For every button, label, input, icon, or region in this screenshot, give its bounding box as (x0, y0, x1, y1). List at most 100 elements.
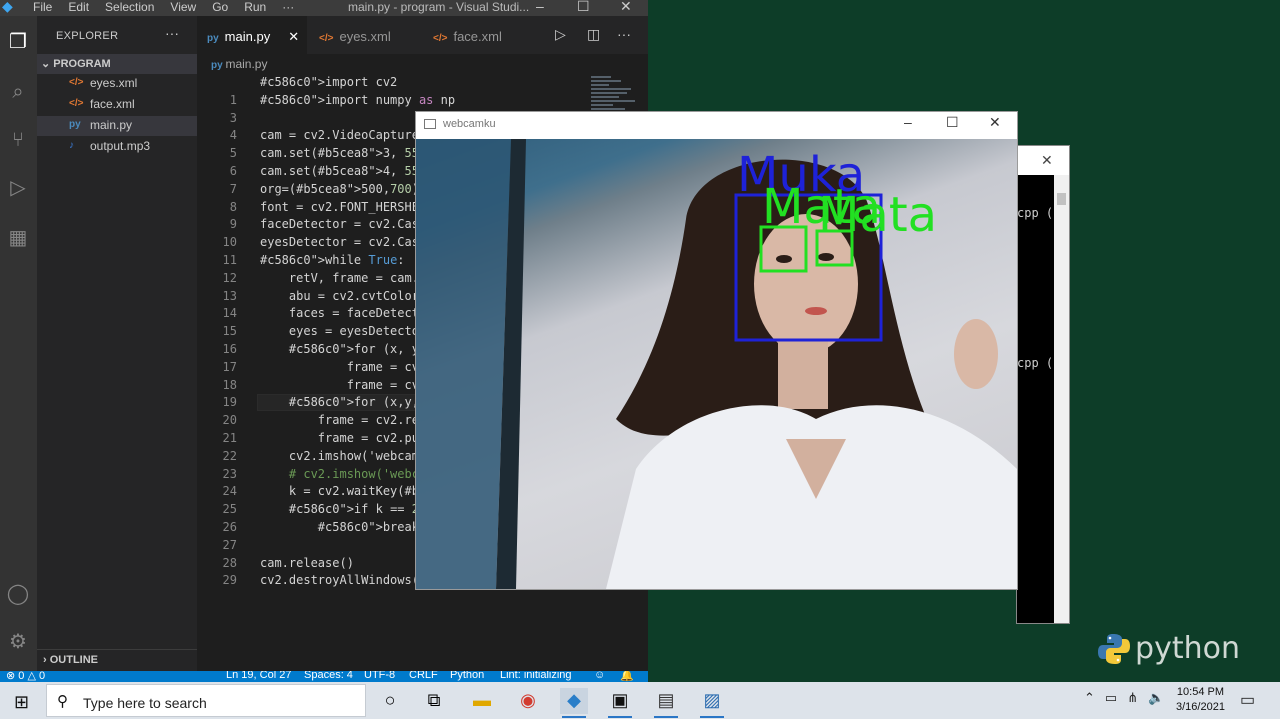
code-line[interactable]: #c586c0">break (260, 520, 419, 534)
tab-face-xml[interactable]: </> face.xml (419, 16, 531, 54)
menu-item[interactable]: Edit (68, 0, 89, 14)
python-snake-icon (1098, 633, 1131, 664)
encoding[interactable]: UTF-8 (364, 671, 395, 681)
code-line[interactable]: cam = cv2.VideoCapture (260, 128, 419, 142)
run-debug-icon[interactable]: ▷ (4, 174, 32, 202)
network-icon[interactable]: ⋔ (1127, 690, 1138, 706)
vscode-taskbar-icon[interactable]: ◆ (560, 688, 588, 718)
code-line[interactable]: cam.release() (260, 556, 354, 570)
settings-gear-icon[interactable]: ⚙ (4, 628, 32, 656)
code-line[interactable]: # cv2.imshow('webc (260, 467, 419, 481)
line-number: 18 (222, 377, 237, 392)
source-control-icon[interactable]: ⑂ (4, 126, 32, 154)
battery-icon[interactable]: ▭ (1105, 690, 1117, 706)
webcam-window[interactable]: webcamku – ☐ ✕ Muka Mata Mata (415, 111, 1018, 590)
code-line[interactable]: eyes = eyesDetecto (260, 324, 419, 338)
menu-item[interactable]: Run (244, 0, 266, 14)
code-line[interactable]: frame = cv (260, 360, 419, 374)
menu-item[interactable]: View (170, 0, 196, 14)
menu-item[interactable]: ··· (282, 0, 294, 14)
console-scrollbar[interactable] (1054, 175, 1069, 623)
feedback-icon[interactable]: ☺ (594, 671, 605, 681)
run-file-icon[interactable]: ▷ (555, 26, 566, 43)
cortana-icon[interactable]: ○ (376, 688, 404, 714)
menu-item[interactable]: Selection (105, 0, 154, 14)
outline-section[interactable]: › OUTLINE (37, 649, 197, 671)
search-icon: ⚲ (57, 693, 68, 710)
code-line[interactable]: faces = faceDetect (260, 306, 419, 320)
code-line[interactable]: abu = cv2.cvtColor (260, 289, 419, 303)
file-face-xml[interactable]: </> face.xml (37, 95, 197, 115)
editor-more-icon[interactable]: ··· (617, 26, 631, 42)
problems-indicator[interactable]: ⊗ 0 △ 0 (6, 671, 45, 682)
folder-program[interactable]: ⌄ PROGRAM (37, 54, 197, 74)
photos-taskbar-icon[interactable]: ▨ (698, 688, 726, 718)
account-icon[interactable]: ◯ (4, 580, 32, 608)
taskbar-search-box[interactable]: ⚲ Type here to search (46, 684, 366, 717)
python-logo: python (1097, 631, 1240, 666)
volume-icon[interactable]: 🔈 (1148, 690, 1164, 706)
indentation[interactable]: Spaces: 4 (304, 671, 353, 681)
line-number: 17 (222, 359, 237, 374)
line-number: 15 (222, 324, 237, 339)
line-ending[interactable]: CRLF (409, 671, 438, 681)
menu-bar: File Edit Selection View Go Run ··· (33, 0, 294, 14)
folder-label: PROGRAM (53, 58, 111, 70)
menu-item[interactable]: Go (212, 0, 228, 14)
explorer-icon[interactable]: ❐ (4, 28, 32, 56)
clock-time: 10:54 PM (1176, 686, 1225, 698)
taskbar-clock[interactable]: 10:54 PM 3/16/2021 (1176, 685, 1225, 715)
file-explorer-icon[interactable]: ▬ (468, 688, 496, 714)
code-line[interactable]: org=(#b5cea8">500,700) (260, 182, 419, 196)
code-line[interactable]: eyesDetector = cv2.Cas (260, 235, 419, 249)
windows-start-icon[interactable]: ⊞ (14, 692, 29, 713)
file-output-mp3[interactable]: ♪ output.mp3 (37, 137, 197, 157)
code-line[interactable]: frame = cv2.re (260, 413, 419, 427)
split-editor-icon[interactable]: ◫ (587, 26, 600, 43)
cursor-position[interactable]: Ln 19, Col 27 (226, 671, 291, 681)
tab-eyes-xml[interactable]: </> eyes.xml (307, 16, 419, 54)
maximize-icon[interactable]: ☐ (577, 0, 590, 15)
notifications-icon[interactable]: 🔔 (620, 671, 634, 682)
chevron-up-icon[interactable]: ⌃ (1084, 690, 1095, 706)
code-line[interactable]: #c586c0">while True: (260, 253, 405, 267)
code-line[interactable]: frame = cv (260, 378, 419, 392)
tab-main-py[interactable]: py main.py ✕ (197, 16, 307, 54)
minimize-icon[interactable]: – (904, 114, 912, 130)
close-icon[interactable]: ✕ (989, 114, 1001, 131)
more-actions-icon[interactable]: ··· (165, 25, 179, 41)
line-number: 3 (229, 110, 237, 125)
extensions-icon[interactable]: ▦ (4, 224, 32, 252)
search-icon[interactable]: ⌕ (4, 78, 32, 106)
console-close-icon[interactable]: ✕ (1041, 152, 1053, 169)
breadcrumb[interactable]: py main.py (197, 54, 648, 74)
console-window[interactable]: ✕ cpp ( cpp ( (1016, 145, 1070, 624)
minimize-icon[interactable]: – (536, 0, 544, 14)
code-line[interactable]: cv2.destroyAllWindows( (260, 573, 419, 587)
action-center-icon[interactable]: ▭ (1240, 690, 1255, 710)
code-line[interactable]: #c586c0">import cv2 (260, 75, 397, 89)
language-mode[interactable]: Python (450, 671, 484, 681)
line-number: 14 (222, 306, 237, 321)
code-line[interactable]: font = cv2.FONT_HERSHE (260, 200, 419, 214)
terminal-taskbar-icon[interactable]: ▣ (606, 688, 634, 718)
file-eyes-xml[interactable]: </> eyes.xml (37, 74, 197, 94)
console-titlebar[interactable]: ✕ (1017, 146, 1069, 175)
code-line[interactable]: retV, frame = cam. (260, 271, 419, 285)
tab-close-icon[interactable]: ✕ (288, 29, 299, 44)
chrome-icon[interactable]: ◉ (514, 688, 542, 714)
python-window-taskbar-icon[interactable]: ▤ (652, 688, 680, 718)
close-icon[interactable]: ✕ (620, 0, 632, 15)
task-view-icon[interactable]: ⧉ (420, 688, 448, 714)
menu-item[interactable]: File (33, 0, 52, 14)
lint-status[interactable]: Lint: initializing (500, 671, 572, 681)
code-line[interactable]: cv2.imshow('webcam (260, 449, 419, 463)
line-number: 25 (222, 502, 237, 517)
code-line[interactable]: faceDetector = cv2.Cas (260, 217, 419, 231)
line-number: 27 (222, 537, 237, 552)
code-line[interactable]: #c586c0">import numpy as np (260, 93, 455, 107)
maximize-icon[interactable]: ☐ (946, 114, 959, 131)
code-line[interactable]: frame = cv2.pu (260, 431, 419, 445)
editor-tabs: py main.py ✕ </> eyes.xml </> face.xml ▷ ◫ ·… (197, 16, 648, 54)
file-main-py[interactable]: py main.py (37, 116, 197, 136)
